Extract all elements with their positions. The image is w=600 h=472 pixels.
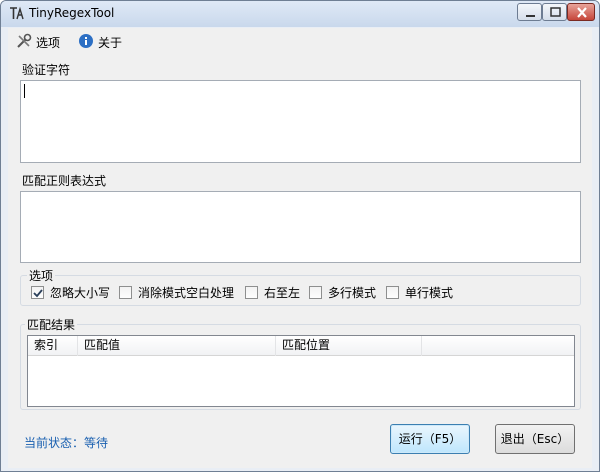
checkbox-box <box>309 285 322 299</box>
verify-input[interactable] <box>20 80 581 163</box>
checkbox-box <box>245 285 258 299</box>
verify-label: 验证字符 <box>22 63 71 77</box>
results-list-header: 索引 匹配值 匹配位置 <box>28 336 574 356</box>
checkbox-label: 右至左 <box>264 285 301 300</box>
text-caret <box>24 84 25 98</box>
status-text: 当前状态： 等待 <box>24 434 108 451</box>
checkbox-box <box>119 285 132 299</box>
info-icon <box>78 33 94 52</box>
window-title: TinyRegexTool <box>29 6 115 20</box>
checkbox-ignore-case[interactable]: 忽略大小写 <box>31 284 110 300</box>
minimize-icon <box>526 15 535 17</box>
status-prefix: 当前状态： <box>24 436 85 450</box>
checkbox-ignore-whitespace[interactable]: 消除模式空白处理 <box>119 284 234 300</box>
maximize-button[interactable] <box>542 3 567 21</box>
checkbox-label: 忽略大小写 <box>50 285 111 300</box>
checkbox-box <box>31 285 44 299</box>
close-button[interactable] <box>567 3 595 21</box>
client-area: 选项 关于 验证字符 匹配正则表达式 选项 忽略大小写 消除模式空白处理 右至左… <box>8 28 592 468</box>
options-group-title: 选项 <box>27 267 56 284</box>
regex-label: 匹配正则表达式 <box>22 174 107 188</box>
app-window: TinyRegexTool 选项 关于 验证字符 匹配正则表达式 选项 忽略大小… <box>0 0 600 472</box>
menu-bar: 选项 关于 <box>8 32 592 52</box>
tools-icon <box>16 33 32 52</box>
checkbox-label: 消除模式空白处理 <box>138 285 235 300</box>
checkmark-icon <box>33 288 43 297</box>
options-group: 选项 忽略大小写 消除模式空白处理 右至左 多行模式 单行模式 <box>20 267 581 306</box>
checkbox-label: 单行模式 <box>405 285 454 300</box>
column-header-blank <box>422 336 574 356</box>
results-group-title: 匹配结果 <box>25 316 78 333</box>
menu-options-label: 选项 <box>36 35 61 50</box>
checkbox-multiline[interactable]: 多行模式 <box>309 284 376 300</box>
status-value: 等待 <box>84 436 109 450</box>
menu-about[interactable]: 关于 <box>78 32 122 52</box>
menu-options[interactable]: 选项 <box>16 32 60 52</box>
menu-about-label: 关于 <box>98 35 123 50</box>
run-button[interactable]: 运行（F5） <box>390 424 470 454</box>
quit-button[interactable]: 退出（Esc） <box>495 424 575 454</box>
results-group: 匹配结果 索引 匹配值 匹配位置 <box>20 316 581 410</box>
checkbox-label: 多行模式 <box>328 285 377 300</box>
results-list[interactable]: 索引 匹配值 匹配位置 <box>27 335 575 407</box>
app-icon <box>8 6 24 22</box>
minimize-button[interactable] <box>517 3 542 21</box>
checkbox-box <box>386 285 399 299</box>
regex-input[interactable] <box>20 191 581 263</box>
column-header-value[interactable]: 匹配值 <box>78 336 276 356</box>
column-header-index[interactable]: 索引 <box>28 336 78 356</box>
column-header-position[interactable]: 匹配位置 <box>276 336 422 356</box>
close-icon <box>577 7 587 18</box>
maximize-icon <box>550 7 561 17</box>
checkbox-right-to-left[interactable]: 右至左 <box>245 284 300 300</box>
title-bar[interactable]: TinyRegexTool <box>1 1 599 27</box>
checkbox-singleline[interactable]: 单行模式 <box>386 284 453 300</box>
